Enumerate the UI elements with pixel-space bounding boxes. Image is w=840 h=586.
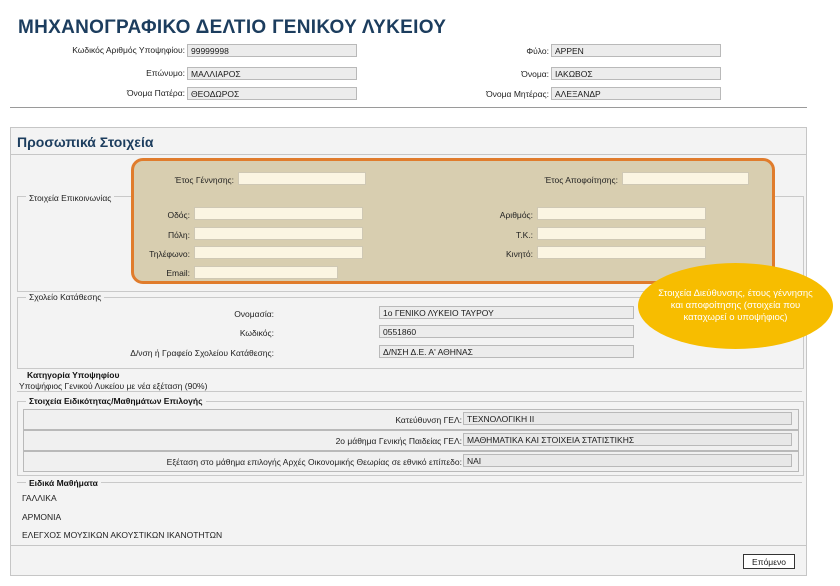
registration-number-label: Κωδικός Αριθμός Υποψηφίου:: [72, 45, 185, 55]
city-label: Πόλη:: [167, 230, 190, 240]
special-course-item: ΕΛΕΓΧΟΣ ΜΟΥΣΙΚΩΝ ΑΚΟΥΣΤΙΚΩΝ ΙΚΑΝΟΤΗΤΩΝ: [22, 530, 223, 540]
page-title: ΜΗΧΑΝΟΓΡΑΦΙΚΟ ΔΕΛΤΙΟ ΓΕΝΙΚΟΥ ΛΥΚΕΙΟΥ: [18, 17, 447, 38]
gender-label: Φύλο:: [526, 46, 549, 56]
father-name-label: Όνομα Πατέρα:: [126, 88, 185, 98]
street-input[interactable]: [194, 207, 363, 220]
zip-input[interactable]: [537, 227, 706, 240]
economics-exam-field: ΝΑΙ: [463, 454, 792, 467]
registration-number-field: 99999998: [187, 44, 357, 57]
zip-label: Τ.Κ.:: [515, 230, 533, 240]
street-label: Οδός:: [167, 210, 190, 220]
callout-bubble: Στοιχεία Διεύθυνσης, έτους γέννησης και …: [638, 263, 833, 349]
graduation-year-input[interactable]: [622, 172, 749, 185]
school-name-field: 1ο ΓΕΝΙΚΟ ΛΥΚΕΙΟ ΤΑΥΡΟΥ: [379, 306, 634, 319]
category-value: Υποψήφιος Γενικού Λυκείου με νέα εξέταση…: [19, 381, 208, 391]
special-course-item: ΓΑΛΛΙΚΑ: [22, 493, 57, 503]
mother-name-label: Όνομα Μητέρας:: [486, 89, 549, 99]
school-heading: Σχολείο Κατάθεσης: [26, 292, 105, 302]
phone-label: Τηλέφωνο:: [149, 249, 190, 259]
school-directorate-field: Δ/ΝΣΗ Δ.Ε. Α' ΑΘΗΝΑΣ: [379, 345, 634, 358]
special-course-item: ΑΡΜΟΝΙΑ: [22, 512, 62, 522]
specialty-heading: Στοιχεία Ειδικότητας/Μαθημάτων Επιλογής: [26, 396, 206, 406]
next-button[interactable]: Επόμενο: [743, 554, 795, 569]
category-heading: Κατηγορία Υποψηφίου: [27, 370, 120, 380]
graduation-year-label: Έτος Αποφοίτησης:: [544, 175, 618, 185]
direction-label: Κατεύθυνση ΓΕΛ:: [395, 415, 462, 425]
number-input[interactable]: [537, 207, 706, 220]
birth-year-input[interactable]: [238, 172, 366, 185]
personal-info-heading: Προσωπικά Στοιχεία: [17, 134, 154, 150]
school-name-label: Ονομασία:: [234, 309, 274, 319]
gender-field: ΑΡΡΕΝ: [551, 44, 721, 57]
phone-input[interactable]: [194, 246, 363, 259]
heading-divider: [10, 154, 807, 155]
special-courses-heading: Ειδικά Μαθήματα: [26, 478, 101, 488]
first-name-field: ΙΑΚΩΒΟΣ: [551, 67, 721, 80]
email-label: Email:: [166, 268, 190, 278]
school-code-field: 0551860: [379, 325, 634, 338]
first-name-label: Όνομα:: [521, 69, 549, 79]
general-course-field: ΜΑΘΗΜΑΤΙΚΑ ΚΑΙ ΣΤΟΙΧΕΙΑ ΣΤΑΤΙΣΤΙΚΗΣ: [463, 433, 792, 446]
mobile-input[interactable]: [537, 246, 706, 259]
city-input[interactable]: [194, 227, 363, 240]
category-divider: [17, 391, 802, 392]
surname-label: Επώνυμο:: [146, 68, 185, 78]
father-name-field: ΘΕΟΔΩΡΟΣ: [187, 87, 357, 100]
economics-exam-label: Εξέταση στο μάθημα επιλογής Αρχές Οικονο…: [166, 457, 462, 467]
mother-name-field: ΑΛΕΞΑΝΔΡ: [551, 87, 721, 100]
birth-year-label: Έτος Γέννησης:: [174, 175, 234, 185]
surname-field: ΜΑΛΛΙΑΡΟΣ: [187, 67, 357, 80]
mobile-label: Κινητό:: [506, 249, 533, 259]
callout-text: Στοιχεία Διεύθυνσης, έτους γέννησης και …: [658, 288, 813, 323]
number-label: Αριθμός:: [499, 210, 533, 220]
header-divider: [10, 107, 807, 108]
contact-heading: Στοιχεία Επικοινωνίας: [26, 193, 115, 203]
general-course-label: 2ο μάθημα Γενικής Παιδείας ΓΕΛ:: [335, 436, 462, 446]
footer-divider: [10, 545, 807, 546]
school-code-label: Κωδικός:: [239, 328, 274, 338]
email-input[interactable]: [194, 266, 338, 279]
special-divider: [17, 482, 802, 483]
school-directorate-label: Δ/νση ή Γραφείο Σχολείου Κατάθεσης:: [130, 348, 274, 358]
direction-field: ΤΕΧΝΟΛΟΓΙΚΗ ΙΙ: [463, 412, 792, 425]
